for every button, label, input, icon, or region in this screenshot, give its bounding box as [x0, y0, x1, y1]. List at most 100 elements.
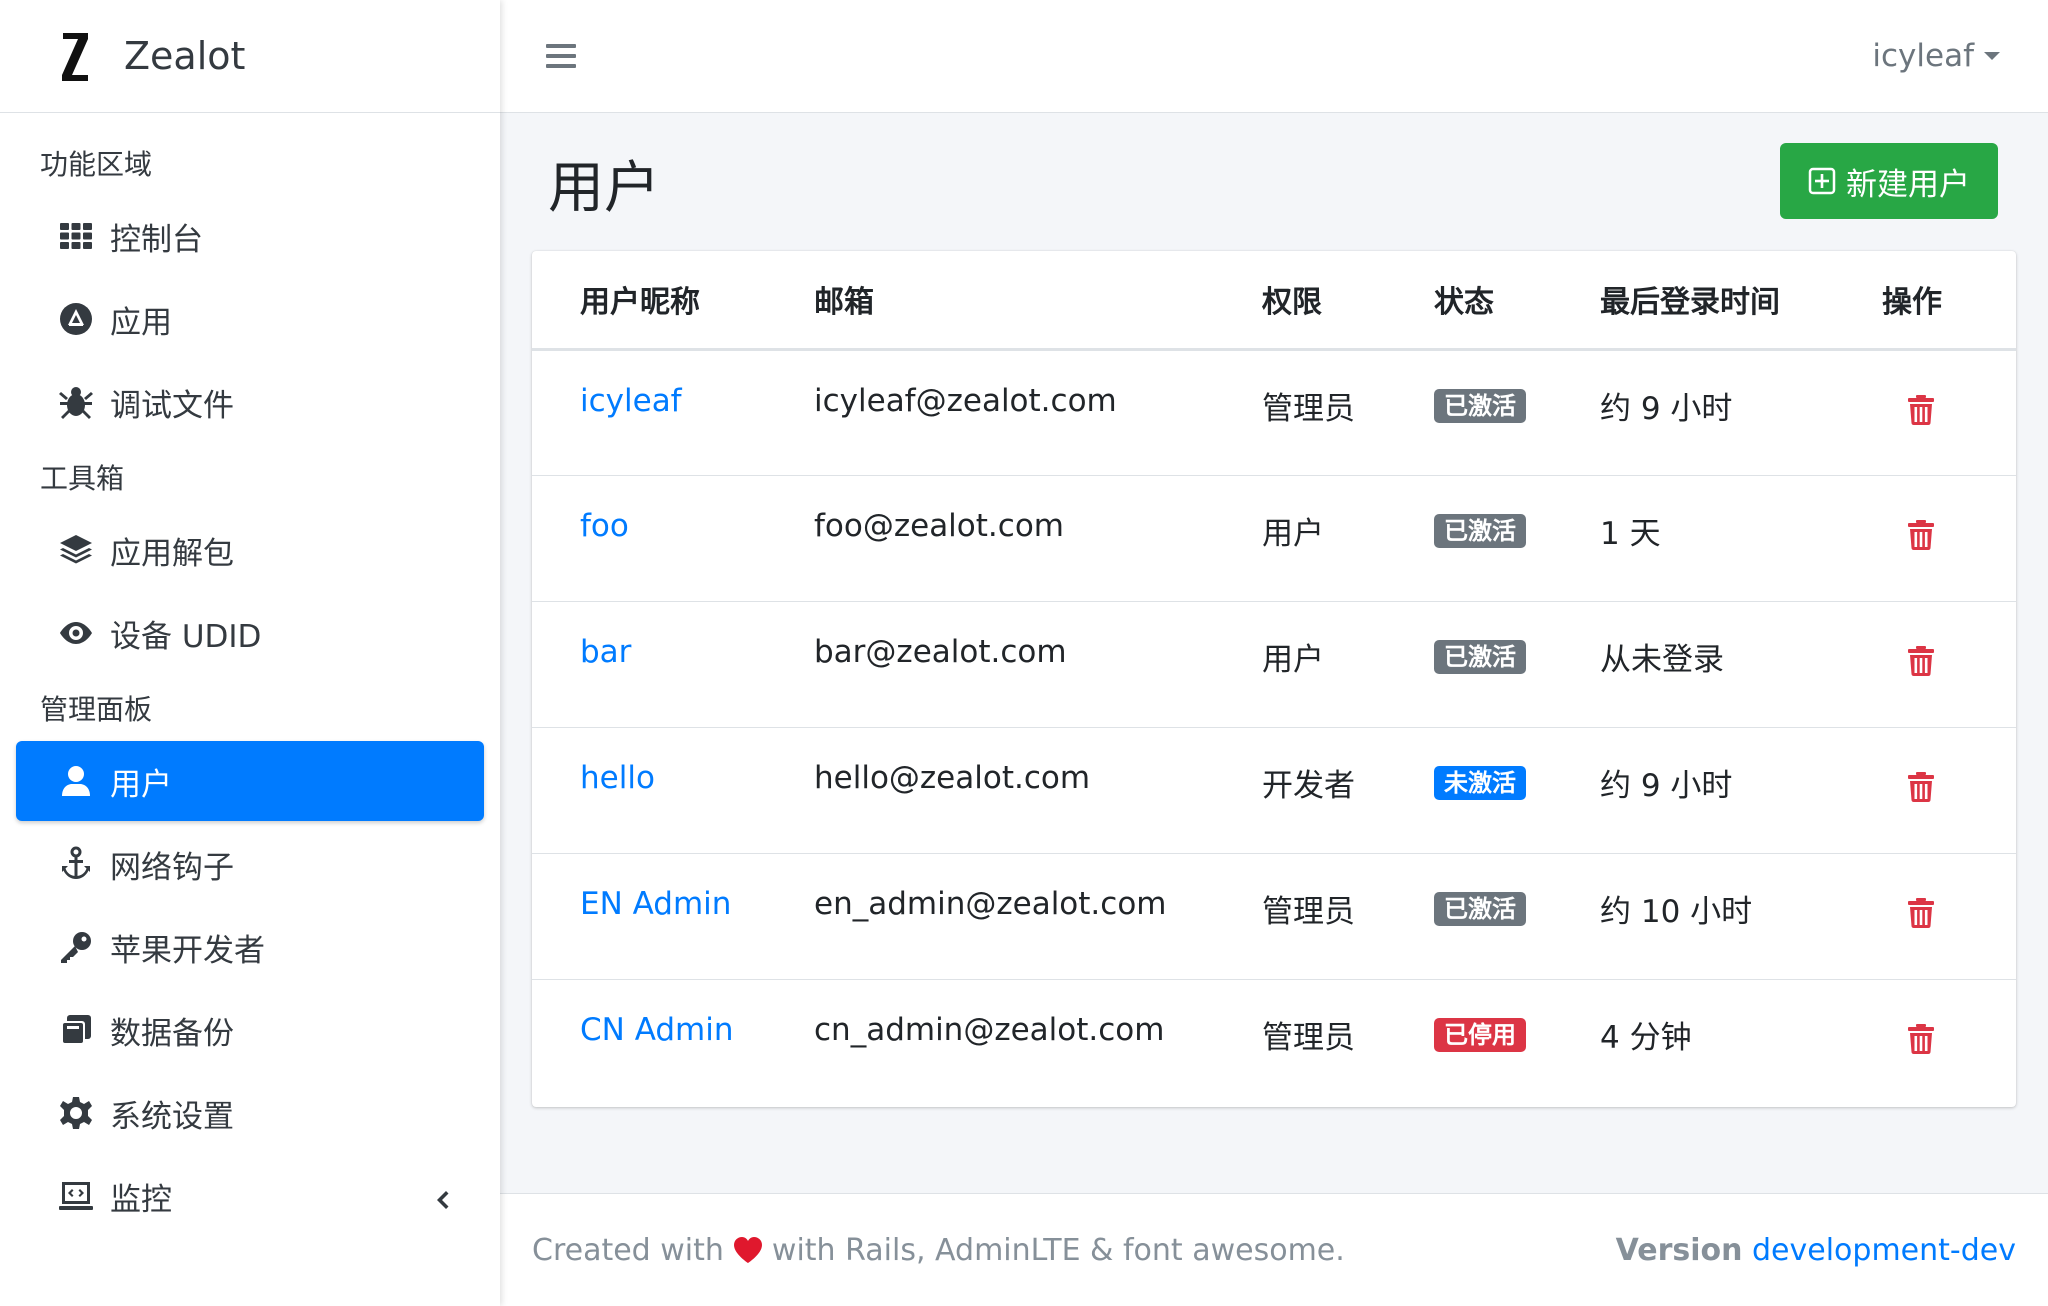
header-status: 状态: [1386, 251, 1552, 351]
user-actions: [1836, 727, 2016, 854]
delete-user-button[interactable]: [1908, 394, 1934, 425]
page-title: 用户: [548, 156, 660, 221]
sidebar-item-backup[interactable]: 数据备份: [16, 990, 484, 1070]
user-status-cell: 已激活: [1386, 475, 1552, 602]
user-actions: [1836, 349, 2016, 476]
footer-created-suffix: with Rails, AdminLTE & font awesome.: [771, 1232, 1345, 1268]
table-row: CN Admin cn_admin@zealot.com 管理员 已停用 4 分…: [532, 979, 2016, 1105]
sidebar-item-apps[interactable]: 应用: [16, 279, 484, 359]
user-email: en_admin@zealot.com: [766, 853, 1214, 980]
user-role: 管理员: [1214, 349, 1386, 476]
status-badge: 已激活: [1434, 513, 1526, 548]
user-role: 管理员: [1214, 853, 1386, 980]
delete-user-button[interactable]: [1908, 771, 1934, 802]
trash-icon: [1908, 771, 1934, 802]
delete-user-button[interactable]: [1908, 519, 1934, 550]
user-name-link[interactable]: icyleaf: [532, 349, 766, 476]
header-email: 邮箱: [766, 251, 1214, 351]
version-link[interactable]: development-dev: [1752, 1233, 2016, 1268]
trash-icon: [1908, 897, 1934, 928]
sidebar-item-app-unpack[interactable]: 应用解包: [16, 510, 484, 590]
delete-user-button[interactable]: [1908, 645, 1934, 676]
table-row: bar bar@zealot.com 用户 已激活 从未登录: [532, 601, 2016, 728]
user-last-login: 约 9 小时: [1552, 349, 1836, 476]
anchor-icon: [56, 844, 96, 884]
sidebar-item-users[interactable]: 用户: [16, 741, 484, 821]
table-row: icyleaf icyleaf@zealot.com 管理员 已激活 约 9 小…: [532, 349, 2016, 476]
sidebar-item-debug-files[interactable]: 调试文件: [16, 362, 484, 442]
sidebar-item-label: 苹果开发者: [110, 932, 265, 969]
sidebar-item-dashboard[interactable]: 控制台: [16, 196, 484, 276]
user-actions: [1836, 475, 2016, 602]
header-role: 权限: [1214, 251, 1386, 351]
nav-header-features: 功能区域: [40, 148, 153, 181]
delete-user-button[interactable]: [1908, 1023, 1934, 1054]
user-email: bar@zealot.com: [766, 601, 1214, 728]
header-actions: 操作: [1836, 251, 2016, 351]
sidebar-item-label: 控制台: [110, 221, 203, 258]
sidebar-item-webhooks[interactable]: 网络钩子: [16, 824, 484, 904]
user-role: 管理员: [1262, 1019, 1355, 1056]
nav-header-toolbox: 工具箱: [40, 462, 125, 495]
version-label: Version: [1615, 1232, 1743, 1268]
user-name-link[interactable]: foo: [532, 475, 766, 602]
menu-icon[interactable]: [546, 41, 576, 71]
gear-icon: [56, 1093, 96, 1133]
new-user-button[interactable]: 新建用户: [1780, 143, 1998, 219]
sidebar-item-monitor[interactable]: 监控: [16, 1156, 484, 1236]
user-name-link[interactable]: EN Admin: [532, 853, 766, 980]
user-status-cell: 已激活: [1386, 853, 1552, 980]
user-role: 用户: [1214, 601, 1386, 728]
table-row: foo foo@zealot.com 用户 已激活 1 天: [532, 475, 2016, 602]
user-last-login: 约 10 小时: [1552, 853, 1836, 980]
sidebar-item-apple-developer[interactable]: 苹果开发者: [16, 907, 484, 987]
table-row: EN Admin en_admin@zealot.com 管理员 已激活 约 1…: [532, 853, 2016, 980]
app-store-icon: [56, 299, 96, 339]
user-name-link[interactable]: CN Admin: [532, 979, 766, 1105]
user-name-link[interactable]: bar: [532, 601, 766, 728]
status-badge: 已激活: [1434, 639, 1526, 674]
backup-icon: [56, 1010, 96, 1050]
footer: Created with with Rails, AdminLTE & font…: [500, 1193, 2048, 1306]
sidebar-item-label: 系统设置: [110, 1098, 234, 1135]
user-last-login: 1 天: [1552, 475, 1836, 602]
user-menu-name: icyleaf: [1872, 38, 1974, 74]
trash-icon: [1908, 645, 1934, 676]
footer-credits: Created with with Rails, AdminLTE & font…: [532, 1233, 1345, 1268]
monitor-icon: [56, 1176, 96, 1216]
user-status-cell: 已停用: [1386, 979, 1552, 1105]
footer-created-prefix: Created with: [532, 1232, 724, 1268]
chevron-left-icon[interactable]: [430, 1184, 454, 1209]
user-email: icyleaf@zealot.com: [766, 349, 1214, 476]
brand-name: Zealot: [124, 34, 246, 78]
status-badge: 未激活: [1434, 765, 1526, 800]
trash-icon: [1908, 394, 1934, 425]
delete-user-button[interactable]: [1908, 897, 1934, 928]
user-last-login: 4 分钟: [1600, 1019, 1692, 1056]
sidebar-item-device-udid[interactable]: 设备 UDID: [16, 593, 484, 673]
user-actions: [1836, 853, 2016, 980]
eye-icon: [56, 613, 96, 653]
users-table: 用户昵称 邮箱 权限 状态 最后登录时间 操作 icyleaf icyleaf@…: [532, 251, 2016, 1105]
status-badge: 已激活: [1434, 891, 1526, 926]
status-badge: 已激活: [1434, 388, 1526, 423]
user-menu-dropdown[interactable]: icyleaf: [1872, 38, 2000, 74]
sidebar-item-settings[interactable]: 系统设置: [16, 1073, 484, 1153]
key-icon: [56, 927, 96, 967]
user-status-cell: 未激活: [1386, 727, 1552, 854]
user-last-login: 从未登录: [1552, 601, 1836, 728]
sidebar-item-label: 应用解包: [110, 535, 234, 572]
main-content: 用户 新建用户 用户昵称 邮箱 权限 状态 最后登录时间 操作 icyleaf …: [500, 113, 2048, 1193]
sidebar-item-label: 设备 UDID: [110, 618, 262, 655]
sidebar-item-label: 用户: [110, 766, 172, 803]
header-nickname: 用户昵称: [532, 251, 766, 351]
user-status-cell: 已激活: [1386, 349, 1552, 476]
sidebar-item-label: 应用: [110, 304, 172, 341]
user-name-link[interactable]: hello: [532, 727, 766, 854]
layers-icon: [56, 530, 96, 570]
zealot-logo-icon: [60, 29, 90, 83]
heart-icon: [733, 1237, 762, 1263]
brand[interactable]: Zealot: [0, 0, 500, 113]
users-card: 用户昵称 邮箱 权限 状态 最后登录时间 操作 icyleaf icyleaf@…: [532, 251, 2016, 1107]
user-role: 用户: [1214, 475, 1386, 602]
